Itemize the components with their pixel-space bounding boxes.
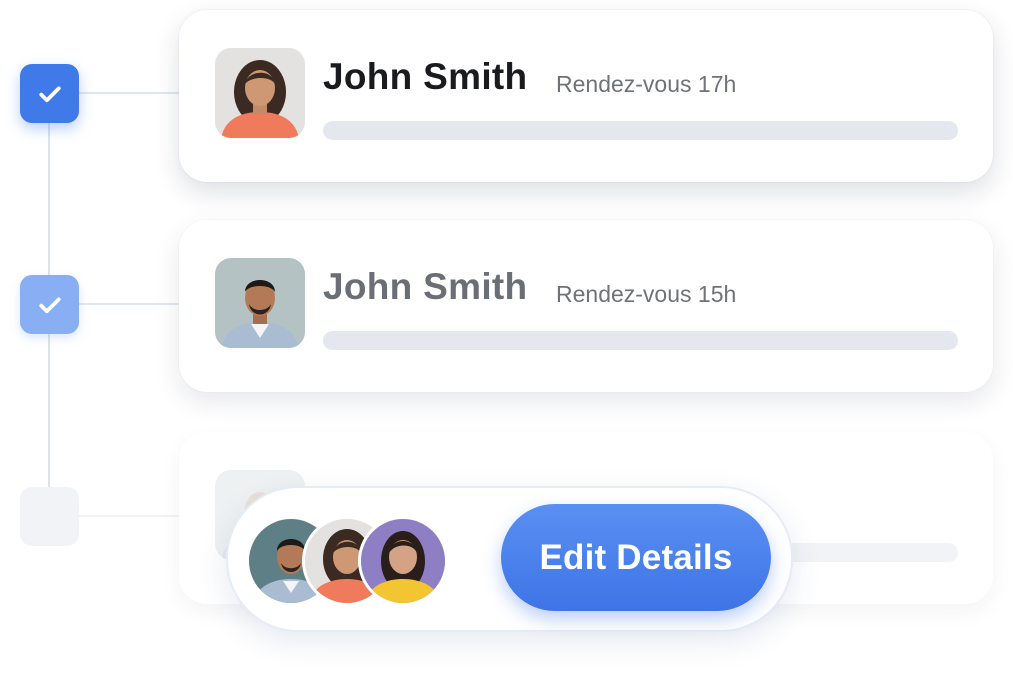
avatar [215, 258, 305, 348]
edit-details-button[interactable]: Edit Details [501, 504, 771, 611]
timeline-line-upper [48, 123, 50, 275]
appointment-checkbox-3[interactable] [20, 487, 79, 546]
appointment-card[interactable]: John Smith Rendez-vous 15h [179, 220, 993, 392]
timeline-line-lower [48, 334, 50, 487]
check-icon [38, 86, 61, 102]
check-icon [38, 297, 61, 313]
action-pill: Edit Details [226, 486, 793, 632]
timeline-branch-1 [79, 92, 179, 94]
avatar [358, 516, 448, 606]
appointment-checkbox-1[interactable] [20, 64, 79, 123]
avatar [215, 48, 305, 138]
placeholder-bar [323, 331, 958, 350]
appointment-time: Rendez-vous 17h [556, 71, 737, 97]
timeline-branch-2 [79, 303, 179, 305]
contact-name: John Smith [323, 56, 528, 97]
timeline-branch-3 [79, 515, 179, 517]
contact-name: John Smith [323, 266, 528, 307]
appointment-time: Rendez-vous 15h [556, 281, 737, 307]
appointment-checkbox-2[interactable] [20, 275, 79, 334]
appointment-card[interactable]: John Smith Rendez-vous 17h [179, 10, 993, 182]
placeholder-bar [323, 121, 958, 140]
